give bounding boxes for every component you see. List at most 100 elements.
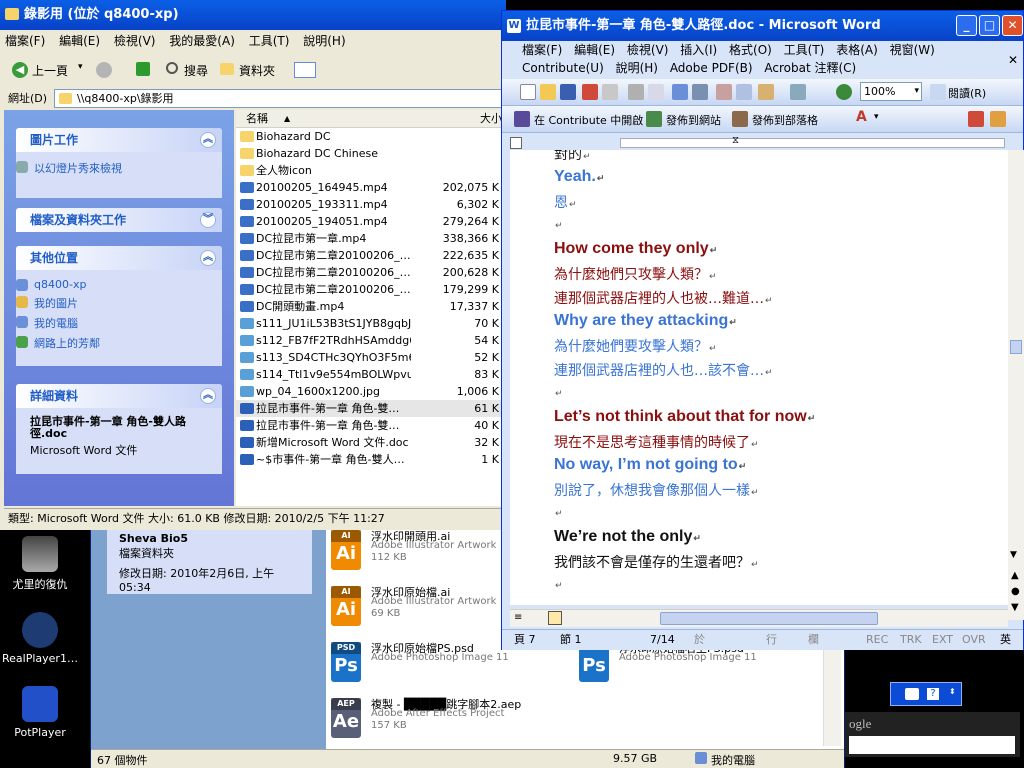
maximize-button[interactable]: □ — [979, 15, 1000, 36]
menu-format[interactable]: 格式(O) — [729, 43, 772, 57]
hyperlink-icon[interactable] — [836, 84, 852, 100]
status-rec[interactable]: REC — [866, 630, 888, 650]
menu-edit[interactable]: 編輯(E) — [59, 34, 100, 48]
next-page-icon[interactable]: ▼ — [1011, 602, 1019, 613]
file-row[interactable]: s113_SD4CTHc3QYhO3F5m6… 52 K — [236, 349, 502, 366]
menu-tools[interactable]: 工具(T) — [249, 34, 290, 48]
open-icon[interactable] — [540, 84, 556, 100]
pdf-comment-icon[interactable] — [990, 111, 1006, 127]
back-dropdown-icon[interactable]: ▾ — [78, 62, 83, 72]
title-bar[interactable]: 錄影用 (位於 q8400-xp) — [0, 0, 506, 30]
cut-icon[interactable] — [716, 84, 732, 100]
place-link-q8400[interactable]: q8400-xp — [16, 276, 222, 293]
scroll-thumb[interactable] — [1010, 340, 1022, 354]
indent-marker[interactable]: ⧖ — [732, 135, 739, 146]
file-row[interactable]: ~$市事件-第一章 角色-雙人… 1 K — [236, 451, 502, 468]
slideshow-link[interactable]: 以幻燈片秀來檢視 — [16, 158, 222, 178]
chevron-down-icon[interactable]: ▾ — [874, 112, 879, 122]
pdf-icon[interactable] — [968, 111, 984, 127]
paste-icon[interactable] — [758, 84, 774, 100]
file-row[interactable]: DC拉昆市第二章20100206_… 222,635 K — [236, 247, 502, 264]
folders-button[interactable]: 資料夾 — [239, 62, 275, 79]
column-size[interactable]: 大小 — [480, 110, 502, 128]
spelling-icon[interactable] — [672, 84, 688, 100]
font-color-icon[interactable]: A — [856, 109, 867, 125]
forward-button[interactable] — [96, 62, 112, 78]
file-row[interactable]: 全人物icon — [236, 162, 502, 179]
file-row[interactable]: 拉昆市事件-第一章 角色-雙… 61 K — [236, 400, 502, 417]
file-row[interactable]: DC拉昆市第二章20100206_… 179,299 K — [236, 281, 502, 298]
file-row[interactable]: Biohazard DC — [236, 128, 502, 145]
menu-window[interactable]: 視窗(W) — [890, 43, 935, 57]
place-link-network[interactable]: 網路上的芳鄰 — [16, 333, 222, 353]
status-ext[interactable]: EXT — [932, 630, 953, 650]
research-icon[interactable] — [692, 84, 708, 100]
tab-selector[interactable] — [510, 137, 522, 149]
file-row[interactable]: DC拉昆市第一章.mp4 338,366 K — [236, 230, 502, 247]
up-folder-icon[interactable] — [136, 62, 150, 76]
help-icon[interactable]: ? — [927, 688, 939, 700]
place-link-my-computer[interactable]: 我的電腦 — [16, 313, 222, 333]
close-button[interactable]: ✕ — [1002, 15, 1023, 36]
column-name[interactable]: 名稱 — [246, 110, 268, 128]
resident-evil-shortcut[interactable]: 尤里的復仇 — [0, 536, 80, 592]
collapse-icon[interactable]: ︽ — [200, 132, 216, 148]
menu-favorites[interactable]: 我的最愛(A) — [169, 34, 235, 48]
save-icon[interactable] — [560, 84, 576, 100]
menu-acrobat-comments[interactable]: Acrobat 注釋(C) — [764, 61, 856, 75]
file-row[interactable]: 拉昆市事件-第一章 角色-雙… 40 K — [236, 417, 502, 434]
address-field[interactable]: \\q8400-xp\錄影用 — [54, 89, 504, 108]
menu-help[interactable]: 說明(H) — [303, 34, 345, 48]
file-row[interactable]: s111_JU1iL53B3tS1JYB8gqbJ… 70 K — [236, 315, 502, 332]
vertical-scrollbar[interactable]: ▼ ▲ ● ▼ — [1008, 150, 1024, 620]
print-preview-icon[interactable] — [648, 84, 664, 100]
file-row[interactable]: 20100205_164945.mp4 202,075 K — [236, 179, 502, 196]
open-in-contribute-button[interactable]: 在 Contribute 中開啟 — [534, 112, 643, 128]
realplayer-shortcut[interactable]: RealPlayer1… — [0, 612, 80, 665]
publish-to-site-button[interactable]: 發佈到網站 — [666, 112, 721, 128]
title-bar[interactable]: W 拉昆市事件-第一章 角色-雙人路徑.doc - Microsoft Word… — [502, 11, 1023, 41]
document-page[interactable]: 對的↵ Yeah.↵ 恩↵ ↵ How come they only↵ 為什麼她們只攻擊人… — [510, 150, 1008, 605]
language-bar[interactable]: ? ⬍ — [890, 682, 962, 706]
file-tile[interactable]: AEP Ae 複製 - █████跳字腳本2.aep Adobe After Ef… — [331, 696, 571, 746]
print-layout-icon[interactable] — [548, 611, 562, 625]
file-row[interactable]: wp_04_1600x1200.jpg 1,006 K — [236, 383, 502, 400]
google-search-input[interactable] — [849, 736, 1015, 754]
file-row[interactable]: 20100205_194051.mp4 279,264 K — [236, 213, 502, 230]
print-icon[interactable] — [628, 84, 644, 100]
publish-to-blog-button[interactable]: 發佈到部落格 — [752, 112, 818, 128]
menu-edit[interactable]: 編輯(E) — [574, 43, 615, 57]
status-trk[interactable]: TRK — [900, 630, 922, 650]
options-icon[interactable]: ⬍ — [949, 687, 956, 696]
menu-tools[interactable]: 工具(T) — [784, 43, 825, 57]
menu-contribute[interactable]: Contribute(U) — [522, 61, 604, 75]
new-document-icon[interactable] — [520, 84, 536, 100]
menu-file[interactable]: 檔案(F) — [522, 43, 562, 57]
browse-object-icon[interactable]: ● — [1011, 586, 1020, 597]
place-link-pictures[interactable]: 我的圖片 — [16, 293, 222, 313]
file-row[interactable]: 新增Microsoft Word 文件.doc 32 K — [236, 434, 502, 451]
scroll-down-icon[interactable]: ▼ — [1010, 550, 1017, 560]
permission-icon[interactable] — [582, 84, 598, 100]
keyboard-icon[interactable] — [905, 688, 919, 700]
menu-view[interactable]: 檢視(V) — [627, 43, 669, 57]
file-row[interactable]: s114_Ttl1v9e554mBOLWpvu… 83 K — [236, 366, 502, 383]
zoom-select[interactable]: 100% ▾ — [860, 82, 922, 101]
menu-view[interactable]: 檢視(V) — [114, 34, 156, 48]
menu-insert[interactable]: 插入(I) — [680, 43, 717, 57]
collapse-icon[interactable]: ︽ — [200, 388, 216, 404]
file-row[interactable]: Biohazard DC Chinese — [236, 145, 502, 162]
previous-page-icon[interactable]: ▲ — [1011, 570, 1019, 581]
file-row[interactable]: DC開頭動畫.mp4 17,337 K — [236, 298, 502, 315]
collapse-icon[interactable]: ︽ — [200, 250, 216, 266]
panel-header[interactable]: 其他位置 ︽ — [16, 246, 222, 270]
menu-table[interactable]: 表格(A) — [836, 43, 878, 57]
file-row[interactable]: s112_FB7fF2TRdhHSAmddg6… 54 K — [236, 332, 502, 349]
status-ovr[interactable]: OVR — [962, 630, 986, 650]
panel-header[interactable]: 圖片工作 ︽ — [16, 128, 222, 152]
menu-help[interactable]: 說明(H) — [616, 61, 658, 75]
views-button[interactable] — [294, 62, 316, 78]
read-button[interactable]: 閱讀(R) — [948, 85, 986, 101]
file-row[interactable]: DC拉昆市第二章20100206_… 200,628 K — [236, 264, 502, 281]
horizontal-scrollbar[interactable]: ≡ — [510, 609, 1008, 627]
